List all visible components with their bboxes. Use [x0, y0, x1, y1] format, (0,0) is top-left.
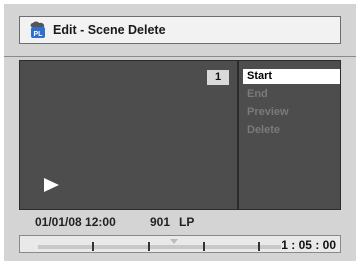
recording-mode: LP: [179, 215, 195, 229]
timeline-track[interactable]: [38, 242, 281, 251]
page-title: Edit - Scene Delete: [53, 23, 166, 37]
svg-text:PL: PL: [34, 31, 44, 38]
date-time: 01/01/08 12:00: [35, 215, 116, 229]
elapsed-time: 1 : 05 : 00: [281, 238, 336, 252]
timeline-bar: 1 : 05 : 00: [19, 235, 341, 253]
menu-item-start[interactable]: Start: [243, 69, 340, 84]
menu-item-delete[interactable]: Delete: [243, 123, 340, 138]
position-pointer-icon: [170, 239, 178, 244]
video-preview: 1: [19, 60, 238, 210]
chapter-marker: [92, 242, 94, 251]
chapter-marker: [148, 242, 150, 251]
dvd-osd-screen: PL Edit - Scene Delete 1 Start End Previ…: [4, 4, 356, 261]
menu-item-end[interactable]: End: [243, 87, 340, 102]
playlist-icon: PL: [29, 21, 47, 40]
recording-info: 01/01/08 12:00 901 LP: [19, 210, 341, 230]
channel-number: 901: [150, 215, 171, 229]
play-icon: [44, 178, 59, 192]
title-bar: PL Edit - Scene Delete: [19, 16, 341, 44]
chapter-marker: [203, 242, 205, 251]
chapter-marker: [258, 242, 260, 251]
menu-item-preview[interactable]: Preview: [243, 105, 340, 120]
scene-number-badge: 1: [207, 70, 229, 85]
action-menu: Start End Preview Delete: [238, 60, 341, 210]
